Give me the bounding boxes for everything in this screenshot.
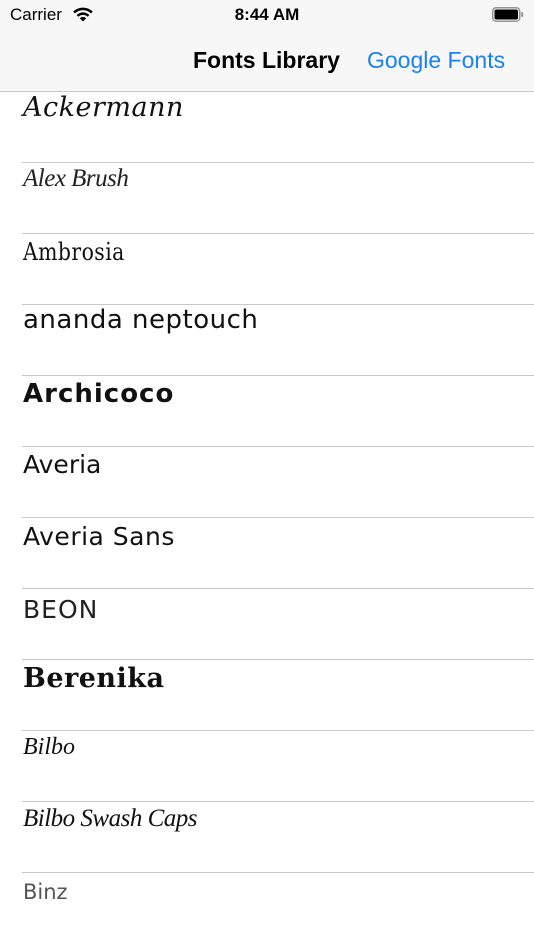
font-name-label: Bilbo — [23, 734, 75, 760]
page-title: Fonts Library — [193, 47, 340, 73]
list-item[interactable]: Archicoco — [0, 376, 534, 447]
list-item[interactable]: Bilbo Swash Caps — [0, 802, 534, 873]
font-name-label: Ambrosia — [23, 238, 125, 266]
list-item[interactable]: Averia — [0, 447, 534, 518]
clock-time: 8:44 AM — [234, 5, 300, 24]
font-name-label: BEON — [23, 595, 99, 624]
list-item[interactable]: Bilbo — [0, 731, 534, 802]
list-item[interactable]: Berenika — [0, 660, 534, 731]
list-item[interactable]: Alex Brush — [0, 163, 534, 234]
font-name-label: Ackermann — [23, 92, 184, 123]
list-item[interactable]: Ackermann — [0, 92, 534, 163]
font-name-label: Berenika — [23, 663, 165, 694]
font-name-label: Averia — [23, 450, 102, 479]
font-name-label: Binz — [23, 880, 68, 904]
font-name-label: Averia Sans — [23, 522, 175, 551]
google-fonts-button[interactable]: Google Fonts — [367, 47, 505, 74]
list-item[interactable]: ananda neptouch — [0, 305, 534, 376]
list-item[interactable]: Averia Sans — [0, 518, 534, 589]
list-item[interactable]: BEON — [0, 589, 534, 660]
font-name-label: Archicoco — [23, 379, 175, 409]
font-name-label: ananda neptouch — [23, 305, 259, 335]
list-item[interactable]: Ambrosia — [0, 234, 534, 305]
navigation-bar: Fonts Library Google Fonts — [0, 30, 534, 92]
font-name-label: Alex Brush — [23, 165, 129, 192]
fonts-list[interactable]: Ackermann Alex Brush Ambrosia ananda nep… — [0, 92, 534, 950]
battery-icon — [492, 7, 524, 22]
list-item[interactable]: Binz — [0, 873, 534, 944]
status-bar: Carrier 8:44 AM — [0, 0, 534, 30]
font-name-label: Bilbo Swash Caps — [23, 805, 197, 832]
